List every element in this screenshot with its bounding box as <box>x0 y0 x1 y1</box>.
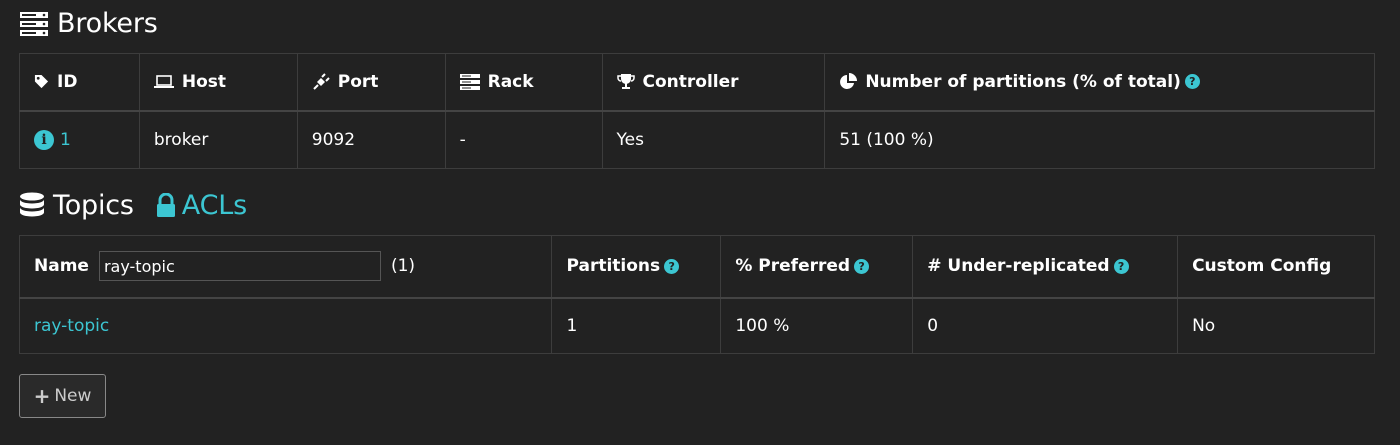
rack-icon <box>459 73 480 90</box>
broker-id-link[interactable]: i 1 <box>34 130 71 151</box>
col-topic-partitions: Partitions ? <box>551 235 722 299</box>
trophy-icon <box>616 73 635 90</box>
database-icon <box>19 192 45 220</box>
topic-row: ray-topic 1 100 % 0 No <box>18 297 1375 354</box>
col-host: Host <box>138 53 298 112</box>
topic-filter-count: (1) <box>390 256 416 277</box>
acls-label[interactable]: ACLs <box>182 190 247 221</box>
plus-icon: + <box>33 384 51 408</box>
topic-filter-input[interactable] <box>98 251 381 282</box>
help-icon[interactable]: ? <box>1184 74 1200 90</box>
broker-host: broker <box>138 110 298 169</box>
col-preferred: % Preferred ? <box>720 235 914 299</box>
col-controller: Controller <box>601 53 826 112</box>
col-id: ID <box>19 53 140 112</box>
brokers-heading: Brokers <box>19 8 158 39</box>
topics-heading: Topics ACLs <box>19 190 247 221</box>
col-under-replicated: # Under-replicated ? <box>912 235 1179 299</box>
acls-link[interactable]: ACLs <box>156 190 247 221</box>
col-host-label: Host <box>181 71 227 92</box>
topics-title: Topics <box>53 190 134 221</box>
col-under-replicated-label: # Under-replicated <box>927 256 1110 277</box>
col-partitions-label: Number of partitions (% of total) <box>865 71 1181 92</box>
plug-icon <box>312 73 330 91</box>
col-custom-config-label: Custom Config <box>1192 256 1332 277</box>
tag-icon <box>34 74 49 89</box>
help-icon[interactable]: ? <box>854 258 870 274</box>
brokers-header-row: ID Host Port Rack Controller Number of p… <box>19 53 1375 112</box>
topic-name-cell: ray-topic <box>18 297 553 354</box>
col-id-label: ID <box>57 71 78 92</box>
page: Brokers ID Host Port Rack Controller Num… <box>0 0 1400 445</box>
col-rack-label: Rack <box>487 71 534 92</box>
col-name-label: Name <box>34 256 89 277</box>
new-button-label: New <box>54 386 92 406</box>
topic-preferred: 100 % <box>720 297 914 354</box>
col-partitions: Number of partitions (% of total) ? <box>824 53 1375 112</box>
laptop-icon <box>153 74 174 89</box>
brokers-title: Brokers <box>57 8 158 39</box>
col-port: Port <box>296 53 446 112</box>
col-rack: Rack <box>444 53 603 112</box>
topic-under-replicated: 0 <box>912 297 1179 354</box>
broker-rack: - <box>444 110 603 169</box>
broker-id[interactable]: 1 <box>60 130 71 150</box>
broker-row: i 1 broker 9092 - Yes 51 (100 %) <box>19 110 1375 169</box>
broker-controller: Yes <box>601 110 826 169</box>
broker-port: 9092 <box>296 110 446 169</box>
help-icon[interactable]: ? <box>1113 258 1129 274</box>
server-icon <box>19 11 49 37</box>
broker-partitions: 51 (100 %) <box>824 110 1375 169</box>
help-icon[interactable]: ? <box>664 258 680 274</box>
brokers-table: ID Host Port Rack Controller Number of p… <box>19 53 1375 169</box>
col-name: Name (1) <box>18 235 553 299</box>
topics-table: Name (1) Partitions ? % Preferred ? <box>18 235 1375 354</box>
col-preferred-label: % Preferred <box>735 256 851 277</box>
topic-custom-config: No <box>1177 297 1375 354</box>
pie-chart-icon <box>839 72 858 91</box>
topic-name-link[interactable]: ray-topic <box>34 316 109 336</box>
info-icon[interactable]: i <box>34 130 54 151</box>
topics-header-row: Name (1) Partitions ? % Preferred ? <box>18 235 1375 299</box>
col-custom-config: Custom Config <box>1177 235 1375 299</box>
topic-partitions: 1 <box>551 297 722 354</box>
col-topic-partitions-label: Partitions <box>566 256 661 277</box>
broker-id-cell: i 1 <box>19 110 140 169</box>
col-port-label: Port <box>337 71 379 92</box>
new-topic-button[interactable]: + New <box>19 374 106 418</box>
lock-icon <box>156 193 176 218</box>
col-controller-label: Controller <box>642 71 739 92</box>
